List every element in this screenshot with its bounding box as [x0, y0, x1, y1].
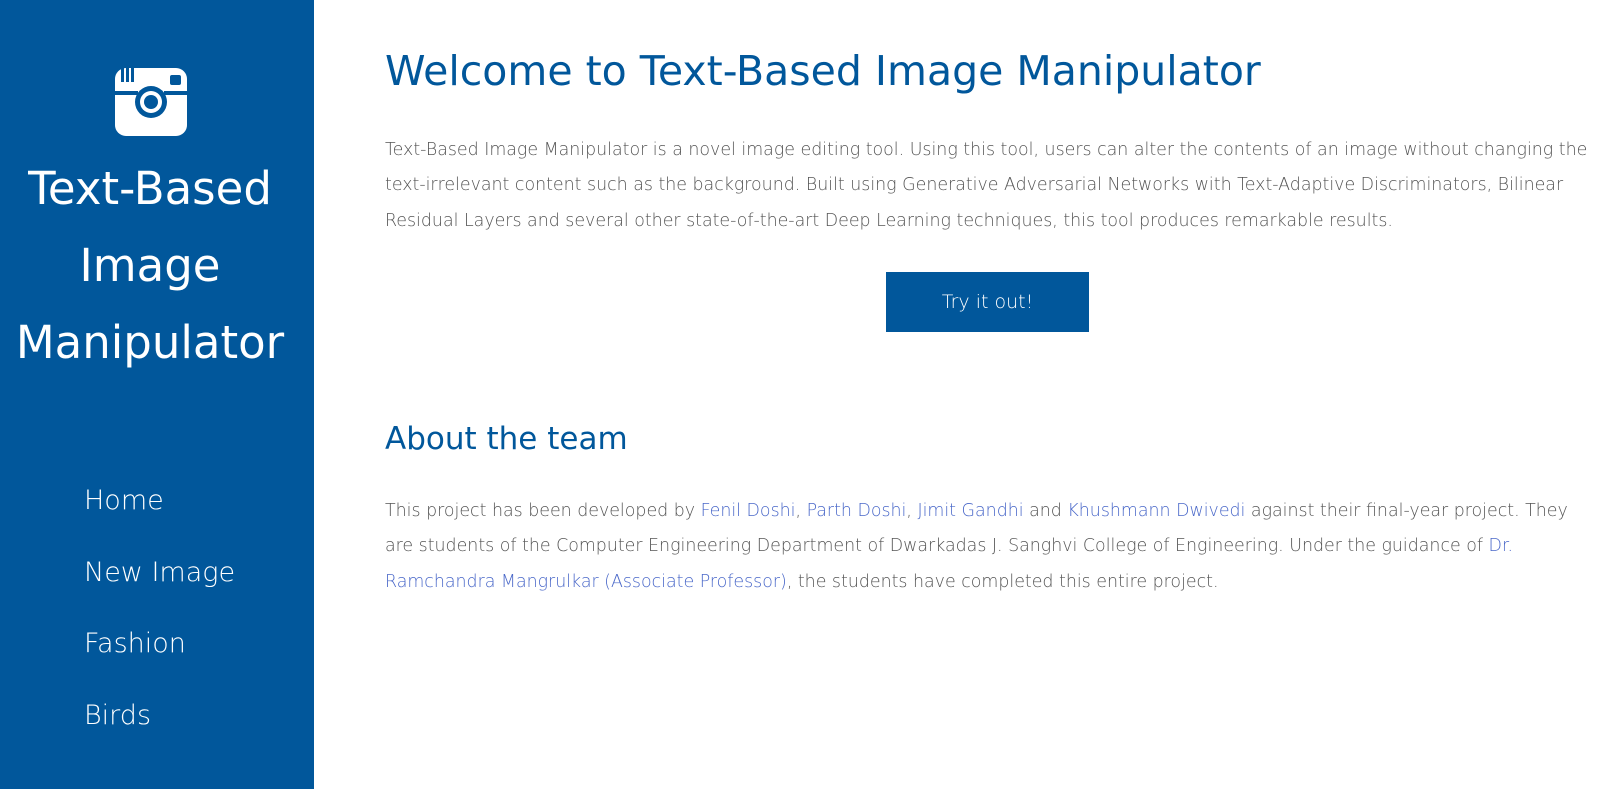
brand-line: Image: [79, 239, 221, 292]
intro-paragraph: Text-Based Image Manipulator is a novel …: [385, 140, 1588, 231]
nav-item-birds[interactable]: Birds: [84, 680, 235, 752]
nav-item-fashion[interactable]: Fashion: [84, 608, 235, 680]
about-text: and: [1023, 501, 1068, 521]
instagram-camera-icon[interactable]: [115, 66, 187, 138]
page-title: Welcome to Text-Based Image Manipulator: [385, 47, 1261, 95]
about-text: ,: [906, 501, 918, 521]
brand-title[interactable]: Text-Based Image Manipulator: [0, 150, 300, 381]
member-link-fenil-doshi[interactable]: Fenil Doshi: [701, 501, 796, 521]
member-link-khushmann-dwivedi[interactable]: Khushmann Dwivedi: [1067, 501, 1245, 521]
brand-line: Text-Based: [28, 162, 272, 215]
try-it-out-button[interactable]: Try it out!: [886, 272, 1089, 332]
about-title: About the team: [385, 421, 628, 457]
page: Text-Based Image Manipulator Home New Im…: [0, 0, 1600, 789]
nav-item-home[interactable]: Home: [84, 465, 235, 537]
member-link-jimit-gandhi[interactable]: Jimit Gandhi: [917, 501, 1023, 521]
about-text: , the students have completed this entir…: [786, 571, 1219, 592]
member-link-parth-doshi[interactable]: Parth Doshi: [807, 501, 907, 521]
nav-item-new-image[interactable]: New Image: [84, 537, 235, 609]
sidebar: Text-Based Image Manipulator Home New Im…: [0, 0, 314, 789]
about-paragraph: This project has been developed by Fenil…: [385, 494, 1590, 600]
brand-line: Manipulator: [15, 316, 285, 369]
about-text: ,: [795, 501, 807, 521]
sidebar-nav: Home New Image Fashion Birds: [84, 465, 235, 751]
about-text: This project has been developed by: [385, 501, 701, 521]
